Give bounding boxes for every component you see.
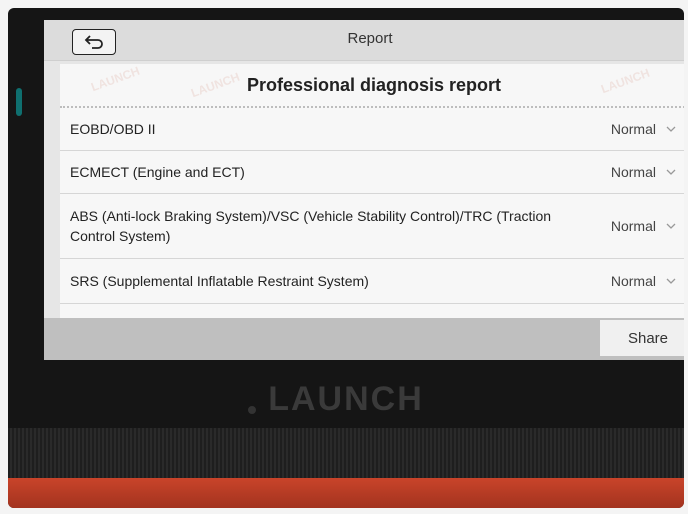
chevron-down-icon xyxy=(666,278,676,284)
status-value: Normal xyxy=(610,164,656,180)
system-list: EOBD/OBD II Normal ECMECT (Engine and EC… xyxy=(60,108,684,304)
chevron-down-icon xyxy=(666,223,676,229)
device-base xyxy=(8,478,684,508)
status-value: Normal xyxy=(610,121,656,137)
share-button[interactable]: Share xyxy=(600,320,684,356)
report-card: LAUNCH LAUNCH LAUNCH Professional diagno… xyxy=(60,64,684,326)
device-brand-logo: LAUNCH xyxy=(268,380,424,418)
status-dropdown[interactable]: Normal xyxy=(611,121,676,137)
list-item: ABS (Anti-lock Braking System)/VSC (Vehi… xyxy=(60,194,684,259)
device-grille xyxy=(8,428,684,478)
bottom-bar: Share xyxy=(44,318,684,360)
report-title: Professional diagnosis report xyxy=(60,64,684,108)
status-value: Normal xyxy=(610,218,656,234)
top-bar: Report xyxy=(44,20,684,61)
system-name: SRS (Supplemental Inflatable Restraint S… xyxy=(70,273,369,289)
system-name: ABS (Anti-lock Braking System)/VSC (Vehi… xyxy=(70,208,552,244)
status-value: Normal xyxy=(610,273,656,289)
page-title: Report xyxy=(347,30,393,47)
device-side-button xyxy=(16,88,22,116)
status-dropdown[interactable]: Normal xyxy=(611,218,676,234)
device-camera xyxy=(248,406,256,414)
list-item: SRS (Supplemental Inflatable Restraint S… xyxy=(60,259,684,304)
device-frame: Report LAUNCH LAUNCH LAUNCH Professional… xyxy=(8,8,684,508)
list-item: ECMECT (Engine and ECT) Normal xyxy=(60,151,684,194)
chevron-down-icon xyxy=(666,126,676,132)
chevron-down-icon xyxy=(666,169,676,175)
system-name: EOBD/OBD II xyxy=(70,121,156,137)
system-name: ECMECT (Engine and ECT) xyxy=(70,164,245,180)
app-screen: Report LAUNCH LAUNCH LAUNCH Professional… xyxy=(44,20,684,360)
list-item: EOBD/OBD II Normal xyxy=(60,108,684,151)
status-dropdown[interactable]: Normal xyxy=(611,273,676,289)
status-dropdown[interactable]: Normal xyxy=(611,164,676,180)
